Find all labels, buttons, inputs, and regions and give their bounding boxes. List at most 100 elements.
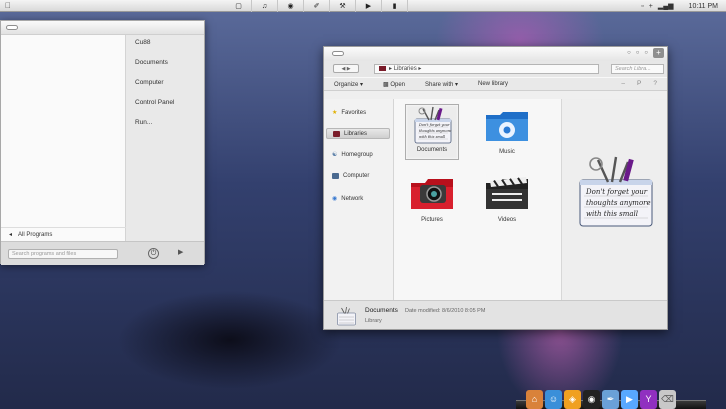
organize-button[interactable]: Organize ▾ xyxy=(334,81,363,88)
library-music-label: Music xyxy=(499,149,515,155)
window-controls: ○ ○ ○ + xyxy=(627,48,664,58)
bookmark-icon[interactable]: ▮ xyxy=(382,0,408,12)
nav-libraries-label: Libraries xyxy=(344,130,368,137)
libraries-icon xyxy=(379,65,386,71)
start-item-run[interactable]: Run... xyxy=(135,119,174,139)
feather-icon[interactable]: ✐ xyxy=(304,0,330,12)
help-icon[interactable]: ? xyxy=(653,80,657,87)
close-icon[interactable]: ○ xyxy=(644,50,648,56)
all-programs-label: All Programs xyxy=(18,231,53,238)
libraries-icon xyxy=(333,130,340,137)
network-icon: ◉ xyxy=(332,196,338,202)
explorer-search-input[interactable]: Search Libra... xyxy=(611,64,664,74)
new-library-button[interactable]: New library xyxy=(478,81,508,87)
fox-icon[interactable]: ◈ xyxy=(564,390,581,409)
library-pictures-label: Pictures xyxy=(421,217,443,223)
menubar-status: ▫ + ▂▄▆ 10:11 PM xyxy=(641,0,718,12)
preview-pane-icon[interactable]: P xyxy=(637,80,641,87)
library-videos[interactable]: Videos xyxy=(480,173,534,223)
note-preview-line-3: with this small xyxy=(586,210,638,218)
window-pill-icon[interactable] xyxy=(332,51,344,56)
trash-icon[interactable]: ⌫ xyxy=(659,390,676,409)
start-right-pane: Cu88 Documents Computer Control Panel Ru… xyxy=(135,39,174,139)
nav-network-label: Network xyxy=(341,195,364,202)
start-menu: ◂ All Programs Cu88 Documents Computer C… xyxy=(0,20,205,265)
start-item-user[interactable]: Cu88 xyxy=(135,39,174,59)
start-item-control-panel[interactable]: Control Panel xyxy=(135,99,174,119)
address-bar[interactable]: ▸ Libraries ▸ xyxy=(374,64,599,74)
plus-icon[interactable]: + xyxy=(649,3,653,10)
arrow-icon[interactable]: ▶ xyxy=(621,390,638,409)
note-preview-icon: Don't forget your thoughts anymore with … xyxy=(579,156,653,227)
organize-label: Organize xyxy=(334,82,359,88)
open-button[interactable]: ▩ Open xyxy=(383,81,405,88)
homegroup-icon: ☯ xyxy=(332,152,338,158)
preview-pane: Don't forget your thoughts anymore with … xyxy=(561,99,667,300)
note-line-3: with this small xyxy=(419,135,445,139)
yahoo-icon[interactable]: Y xyxy=(640,390,657,409)
start-item-documents[interactable]: Documents xyxy=(135,59,174,79)
play-icon[interactable]: ▶ xyxy=(356,0,382,12)
window-pill-icon[interactable] xyxy=(6,25,18,30)
apple-icon[interactable]:  xyxy=(5,1,11,10)
library-documents[interactable]: Don't forget your thoughts anymore with … xyxy=(405,104,459,160)
chrome-icon[interactable]: ◉ xyxy=(278,0,304,12)
all-programs-button[interactable]: ◂ All Programs xyxy=(1,227,126,241)
note-line-1: Don't forget your xyxy=(418,123,450,127)
star-icon: ★ xyxy=(332,110,338,116)
nav-favorites-label: Favorites xyxy=(341,109,367,116)
open-label: Open xyxy=(390,82,406,88)
library-music[interactable]: Music xyxy=(480,107,534,155)
address-text: Libraries xyxy=(393,66,417,72)
details-pane: Documents Date modified: 8/6/2010 8:05 P… xyxy=(324,300,667,329)
maximize-icon[interactable]: ○ xyxy=(636,50,640,56)
nav-network[interactable]: ◉ Network xyxy=(332,195,364,203)
toolbar-right: – P ? xyxy=(621,80,657,87)
start-programs-pane: ◂ All Programs xyxy=(1,35,126,241)
library-pictures[interactable]: Pictures xyxy=(405,173,459,223)
finder-icon[interactable]: ☺ xyxy=(545,390,562,409)
search-programs-input[interactable]: Search programs and files xyxy=(8,249,118,259)
nav-favorites[interactable]: ★ Favorites xyxy=(332,109,367,117)
signal-icon[interactable]: ▂▄▆ xyxy=(658,2,674,10)
nav-homegroup[interactable]: ☯ Homegroup xyxy=(332,151,373,159)
volume-icon[interactable]: ▫ xyxy=(641,3,643,10)
note-line-2: thoughts anymore xyxy=(419,129,451,133)
start-item-computer[interactable]: Computer xyxy=(135,79,174,99)
nav-homegroup-label: Homegroup xyxy=(341,151,373,158)
folder-icon[interactable]: ▢ xyxy=(226,0,252,12)
details-date-modified: Date modified: 8/6/2010 8:05 PM xyxy=(405,308,486,314)
music-icon[interactable]: ♫ xyxy=(252,0,278,12)
navigation-pane: ★ Favorites Libraries ☯ Homegroup Comput… xyxy=(324,99,394,300)
documents-thumb-icon xyxy=(337,306,356,326)
clock[interactable]: 10:11 PM xyxy=(689,3,718,10)
back-forward-buttons[interactable]: ◀ ▶ xyxy=(333,64,359,73)
chevron-left-icon: ◂ xyxy=(9,232,13,238)
open-icon: ▩ xyxy=(383,82,389,88)
wrench-icon[interactable]: ⚒ xyxy=(330,0,356,12)
dock: ⌂ ☺ ◈ ◉ ✒ ▶ Y ⌫ xyxy=(522,380,698,409)
camera-folder-icon xyxy=(411,179,453,209)
share-with-button[interactable]: Share with ▾ xyxy=(425,81,458,88)
note-preview-line-1: Don't forget your xyxy=(585,188,648,196)
share-with-label: Share with xyxy=(425,82,454,88)
pen-icon[interactable]: ✒ xyxy=(602,390,619,409)
note-preview-line-2: thoughts anymore xyxy=(586,199,651,207)
computer-icon xyxy=(332,173,339,179)
explorer-titlebar[interactable]: ○ ○ ○ + xyxy=(324,47,667,61)
media-icon[interactable]: ◉ xyxy=(583,390,600,409)
library-documents-label: Documents xyxy=(416,147,448,153)
nav-libraries[interactable]: Libraries xyxy=(326,128,390,139)
explorer-toolbar: Organize ▾ ▩ Open Share with ▾ New libra… xyxy=(324,77,667,91)
home-icon[interactable]: ⌂ xyxy=(526,390,543,409)
menubar-center-icons: ▢ ♫ ◉ ✐ ⚒ ▶ ▮ xyxy=(226,0,408,12)
clapper-folder-icon xyxy=(486,177,528,209)
views-icon[interactable]: – xyxy=(621,80,625,87)
details-type: Library xyxy=(365,318,382,324)
power-icon[interactable]: ⏻ xyxy=(148,248,159,259)
nav-computer[interactable]: Computer xyxy=(332,173,369,179)
minimize-icon[interactable]: ○ xyxy=(627,50,631,56)
add-icon[interactable]: + xyxy=(653,48,664,58)
shutdown-options-icon[interactable]: ▶ xyxy=(178,248,183,256)
nav-computer-label: Computer xyxy=(343,173,370,179)
